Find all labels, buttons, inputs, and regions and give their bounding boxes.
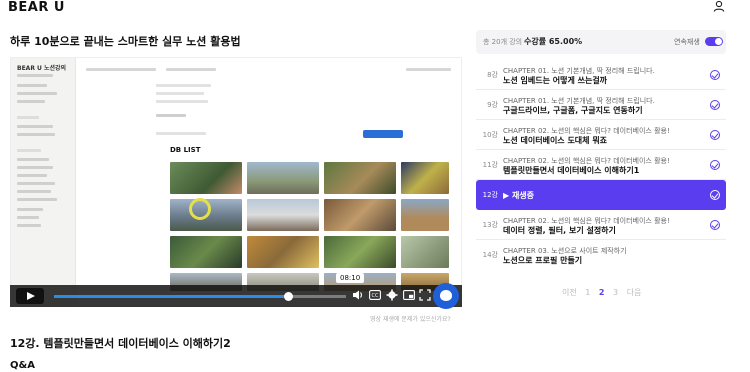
video-controls[interactable]: 08:10 CC (10, 273, 462, 307)
progress-handle[interactable] (283, 292, 293, 301)
lesson-name: 구글드라이브, 구글폼, 구글지도 연동하기 (503, 106, 643, 115)
volume-icon[interactable] (352, 289, 364, 301)
pagination: 이전 1 2 3 다음 (562, 287, 647, 298)
lesson-number: 9강 (487, 101, 498, 109)
lesson-number: 10강 (482, 131, 498, 139)
lesson-item[interactable]: 14강 CHAPTER 03. 노션으로 사이트 제작하기 노션으로 프로필 만… (476, 240, 726, 270)
bear-mascot-icon (433, 283, 459, 309)
video-sidebar-title: BEAR U 노션강의 (17, 65, 67, 72)
time-badge: 08:10 (336, 273, 365, 283)
lesson-name: 데이터 정렬, 필터, 보기 설정하기 (503, 226, 616, 235)
user-icon[interactable] (713, 0, 725, 12)
lesson-item[interactable]: 13강 CHAPTER 02. 노션의 핵심은 뭐다? 데이터베이스 활용! 데… (476, 210, 726, 240)
pagination-prev[interactable]: 이전 (562, 288, 577, 297)
pagination-page[interactable]: 1 (585, 288, 590, 297)
panel-header: 총 20개 강의 수강률 65.00% 연속재생 (476, 30, 726, 54)
check-circle-icon (710, 190, 720, 200)
lesson-name: 노션으로 프로필 만들기 (503, 256, 583, 265)
course-title: 하루 10분으로 끝내는 스마트한 실무 노션 활용법 (10, 35, 241, 48)
lesson-number: 11강 (482, 161, 498, 169)
lesson-count: 총 20개 강의 (483, 38, 523, 46)
qa-title: Q&A (10, 360, 35, 371)
lesson-name: 템플릿만들면서 데이터베이스 이해하기1 (503, 166, 640, 175)
pagination-page[interactable]: 3 (613, 288, 618, 297)
lesson-number: 12강 (482, 191, 498, 199)
lesson-number: 8강 (487, 71, 498, 79)
video-player[interactable]: BEAR U 노션강의 DB LIST (10, 57, 462, 307)
lesson-name: 노션 데이터베이스 도대체 뭐죠 (503, 136, 608, 145)
lesson-item[interactable]: 11강 CHAPTER 02. 노션의 핵심은 뭐다? 데이터베이스 활용! 템… (476, 150, 726, 180)
check-circle-icon (710, 160, 720, 170)
completion-rate: 수강률 65.00% (524, 37, 583, 46)
captions-icon[interactable]: CC (369, 290, 381, 300)
settings-icon[interactable] (386, 289, 398, 301)
pagination-next[interactable]: 다음 (627, 288, 642, 297)
cursor-highlight (189, 198, 211, 220)
now-playing-label: ▶ 재생중 (503, 191, 535, 200)
lesson-item-current[interactable]: 12강 ▶ 재생중 (476, 180, 726, 210)
check-circle-icon (710, 220, 720, 230)
progress-bar[interactable] (54, 292, 346, 301)
lecture-title: 12강. 템플릿만들면서 데이터베이스 이해하기2 (10, 337, 231, 350)
lesson-item[interactable]: 8강 CHAPTER 01. 노션 기본개념, 딱 정리해 드립니다. 노션 임… (476, 60, 726, 90)
video-new-button (363, 130, 403, 138)
progress-fill (54, 295, 288, 298)
fullscreen-icon[interactable] (419, 289, 431, 301)
video-notion-page: DB LIST (76, 58, 461, 306)
autoplay-toggle[interactable] (705, 37, 723, 46)
video-report-link[interactable]: 영상 재생에 문제가 있으신가요? (370, 314, 451, 323)
video-notion-sidebar: BEAR U 노션강의 (11, 58, 76, 306)
lesson-number: 14강 (482, 251, 498, 259)
lesson-name: 노션 임베드는 어떻게 쓰는걸까 (503, 76, 608, 85)
play-button[interactable] (16, 288, 44, 304)
lesson-panel: 총 20개 강의 수강률 65.00% 연속재생 8강 CHAPTER 01. … (476, 30, 726, 270)
video-gallery-title: DB LIST (170, 146, 201, 154)
bear-u-logo[interactable]: BEAR U (8, 0, 65, 15)
svg-text:CC: CC (372, 293, 379, 299)
check-circle-icon (710, 70, 720, 80)
pip-icon[interactable] (403, 290, 415, 300)
pagination-page-current[interactable]: 2 (599, 288, 605, 297)
check-circle-icon (710, 100, 720, 110)
autoplay-label: 연속재생 (674, 38, 700, 46)
lesson-number: 13강 (482, 221, 498, 229)
lesson-item[interactable]: 9강 CHAPTER 01. 노션 기본개념, 딱 정리해 드립니다. 구글드라… (476, 90, 726, 120)
check-circle-icon (710, 130, 720, 140)
lesson-item[interactable]: 10강 CHAPTER 02. 노션의 핵심은 뭐다? 데이터베이스 활용! 노… (476, 120, 726, 150)
